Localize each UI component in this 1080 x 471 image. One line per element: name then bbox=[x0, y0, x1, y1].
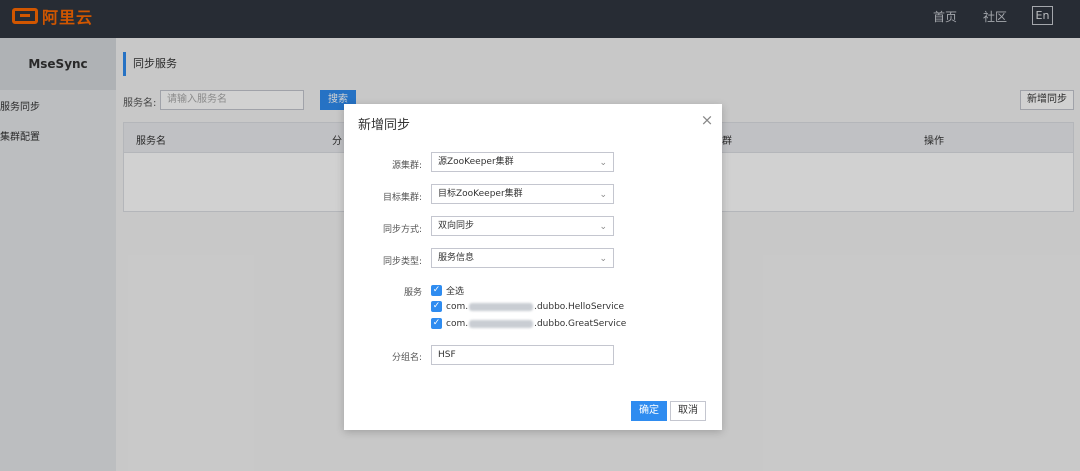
select-all-label: 全选 bbox=[446, 287, 465, 297]
cancel-button[interactable]: 取消 bbox=[670, 401, 706, 421]
source-cluster-value: 源ZooKeeper集群 bbox=[438, 157, 514, 167]
chevron-down-icon: ⌄ bbox=[599, 254, 607, 264]
sync-type-label: 同步类型: bbox=[382, 257, 422, 267]
chevron-down-icon: ⌄ bbox=[599, 190, 607, 200]
service-prefix: com. bbox=[446, 301, 469, 312]
sync-mode-label: 同步方式: bbox=[382, 225, 422, 235]
service-checkbox[interactable]: ✓ com. .dubbo.GreatService bbox=[431, 318, 626, 329]
target-cluster-label: 目标集群: bbox=[382, 193, 422, 203]
select-all-checkbox[interactable]: ✓ 全选 bbox=[431, 284, 464, 297]
dialog-title: 新增同步 bbox=[358, 118, 411, 133]
checkbox-checked-icon: ✓ bbox=[431, 318, 442, 329]
source-cluster-label: 源集群: bbox=[391, 161, 422, 171]
chevron-down-icon: ⌄ bbox=[599, 222, 607, 232]
redacted-text bbox=[469, 302, 534, 311]
sync-type-value: 服务信息 bbox=[438, 253, 475, 263]
service-prefix: com. bbox=[446, 318, 469, 329]
chevron-down-icon: ⌄ bbox=[599, 158, 607, 168]
target-cluster-value: 目标ZooKeeper集群 bbox=[438, 189, 523, 199]
sync-type-select[interactable]: 服务信息 ⌄ bbox=[431, 248, 614, 268]
group-name-label: 分组名: bbox=[391, 353, 422, 363]
target-cluster-select[interactable]: 目标ZooKeeper集群 ⌄ bbox=[431, 184, 614, 204]
checkbox-checked-icon: ✓ bbox=[431, 285, 442, 296]
sync-mode-select[interactable]: 双向同步 ⌄ bbox=[431, 216, 614, 236]
checkbox-checked-icon: ✓ bbox=[431, 301, 442, 312]
service-suffix: .dubbo.HelloService bbox=[534, 301, 625, 312]
services-label: 服务 bbox=[403, 288, 422, 298]
redacted-text bbox=[469, 319, 534, 328]
service-suffix: .dubbo.GreatService bbox=[534, 318, 627, 329]
service-checkbox[interactable]: ✓ com. .dubbo.HelloService bbox=[431, 301, 624, 312]
sync-mode-value: 双向同步 bbox=[438, 221, 475, 231]
add-sync-dialog: 新增同步 × 源集群: 源ZooKeeper集群 ⌄ 目标集群: 目标ZooKe… bbox=[344, 104, 722, 430]
close-icon[interactable]: × bbox=[700, 113, 714, 128]
group-name-input[interactable]: HSF bbox=[431, 345, 614, 365]
confirm-button[interactable]: 确定 bbox=[631, 401, 667, 421]
source-cluster-select[interactable]: 源ZooKeeper集群 ⌄ bbox=[431, 152, 614, 172]
